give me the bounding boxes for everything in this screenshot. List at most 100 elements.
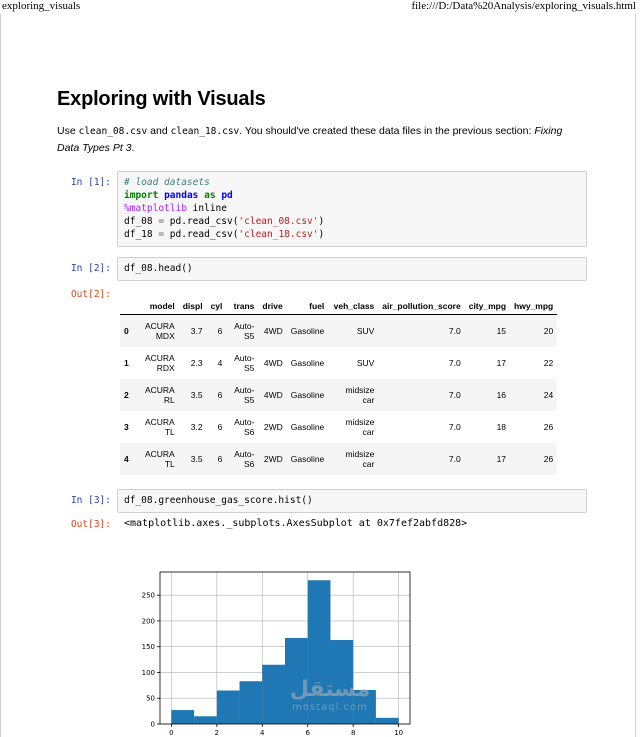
table-cell: Auto-S5 bbox=[234, 321, 255, 341]
table-cell: 2WD bbox=[263, 422, 283, 432]
table-cell: 24 bbox=[543, 390, 554, 400]
table-cell: Auto-S5 bbox=[234, 385, 255, 405]
table-header-cell: drive bbox=[258, 297, 287, 315]
y-tick-label: 200 bbox=[142, 617, 155, 625]
y-tick-label: 250 bbox=[142, 592, 155, 600]
table-cell: SUV bbox=[356, 358, 375, 368]
table-cell: 17 bbox=[496, 358, 507, 368]
code-cell-2-text: df_08.head() bbox=[124, 263, 193, 274]
code-df08-str: 'clean_08.csv' bbox=[238, 216, 319, 227]
table-header-cell: veh_class bbox=[328, 297, 379, 315]
in2-prompt: In [2]: bbox=[70, 263, 111, 274]
watermark-arabic: مستقل bbox=[289, 677, 371, 702]
table-header-row: model displ cyl trans drive fuel veh_class air_… bbox=[120, 297, 558, 315]
table-header-cell bbox=[120, 297, 133, 315]
in1-prompt: In [1]: bbox=[70, 177, 111, 188]
intro-paragraph: Use clean_08.csv and clean_18.csv. You s… bbox=[57, 123, 577, 157]
code-kw-import: import bbox=[124, 190, 159, 201]
out3-prompt: Out[3]: bbox=[70, 519, 111, 530]
code-alias-pd: pd bbox=[221, 190, 233, 201]
table-header-cell: hwy_mpg bbox=[510, 297, 558, 315]
code-cell-2[interactable]: df_08.head() bbox=[117, 257, 587, 281]
code-cell-1[interactable]: # load datasets import pandas as pd %mat… bbox=[117, 171, 587, 247]
table-cell: 16 bbox=[496, 390, 507, 400]
code-df08-b: pd.read_csv( bbox=[164, 216, 239, 227]
table-row: 4 ACURA TL 3.5 6 Auto-S6 2WD Gasoline midsize c… bbox=[120, 443, 558, 475]
table-header-cell: city_mpg bbox=[464, 297, 511, 315]
table-cell: 22 bbox=[543, 358, 554, 368]
table-cell: Gasoline bbox=[290, 422, 325, 432]
table-cell: SUV bbox=[356, 326, 375, 336]
table-cell: Auto-S6 bbox=[234, 417, 255, 437]
table-cell: 6 bbox=[217, 390, 223, 400]
table-header-cell: cyl bbox=[206, 297, 227, 315]
x-tick-label: 6 bbox=[305, 729, 310, 737]
code-mod-pandas: pandas bbox=[164, 190, 199, 201]
histogram-bar bbox=[194, 716, 217, 724]
intro-use: Use bbox=[57, 125, 76, 137]
table-cell: ACURA RDX bbox=[144, 353, 175, 373]
histogram-bar bbox=[375, 717, 399, 724]
table-cell: Gasoline bbox=[290, 358, 325, 368]
table-cell: 4 bbox=[217, 358, 223, 368]
out2-prompt: Out[2]: bbox=[70, 289, 111, 300]
y-tick-label: 50 bbox=[146, 695, 155, 703]
table-cell: 7.0 bbox=[448, 422, 461, 432]
histogram-bar bbox=[239, 681, 263, 724]
code-df08-a: df_08 bbox=[124, 216, 159, 227]
table-cell: 7.0 bbox=[448, 326, 461, 336]
intro-end: . bbox=[131, 142, 135, 154]
table-cell: 15 bbox=[496, 326, 507, 336]
table-cell: ACURA TL bbox=[144, 449, 175, 469]
table-header-cell: air_pollution_score bbox=[378, 297, 465, 315]
print-header-title: exploring_visuals bbox=[2, 0, 81, 12]
intro-and: and bbox=[150, 125, 168, 137]
table-row: 3 ACURA TL 3.2 6 Auto-S6 2WD Gasoline midsize c… bbox=[120, 411, 557, 443]
table-cell: Auto-S5 bbox=[234, 353, 255, 373]
table-cell: Gasoline bbox=[290, 390, 325, 400]
code-cell-3-text: df_08.greenhouse_gas_score.hist() bbox=[124, 495, 313, 506]
histogram-bar bbox=[216, 690, 240, 724]
table-cell: 7.0 bbox=[448, 390, 461, 400]
table-cell: 2WD bbox=[263, 454, 283, 464]
table-row-index: 4 bbox=[124, 454, 129, 464]
table-cell: ACURA TL bbox=[144, 417, 175, 437]
code-df18-c: ) bbox=[318, 229, 325, 240]
intro-file2: clean_18.csv bbox=[170, 126, 240, 137]
page-border-left bbox=[0, 14, 1, 737]
code-cell-3[interactable]: df_08.greenhouse_gas_score.hist() bbox=[117, 489, 587, 513]
x-tick-label: 2 bbox=[215, 729, 219, 737]
histogram-bar bbox=[171, 710, 195, 724]
table-cell: 18 bbox=[496, 422, 507, 432]
out3-text: <matplotlib.axes._subplots.AxesSubplot a… bbox=[124, 518, 468, 529]
code-df18-b: pd.read_csv( bbox=[164, 229, 239, 240]
table-cell: ACURA MDX bbox=[144, 321, 175, 341]
code-magic-arg: inline bbox=[192, 203, 227, 214]
table-cell: 6 bbox=[217, 422, 223, 432]
table-cell: Gasoline bbox=[290, 326, 325, 336]
in3-prompt: In [3]: bbox=[70, 495, 111, 506]
table-cell: 7.0 bbox=[448, 454, 461, 464]
table-cell: 26 bbox=[543, 422, 554, 432]
x-tick-label: 0 bbox=[169, 729, 173, 737]
table-row-index: 0 bbox=[124, 326, 129, 336]
page-title: Exploring with Visuals bbox=[57, 88, 266, 110]
print-header: exploring_visuals file:///D:/Data%20Anal… bbox=[0, 0, 640, 14]
intro-after: . You should've created these data files… bbox=[239, 125, 532, 137]
x-tick-label: 10 bbox=[394, 729, 403, 737]
table-row: 2 ACURA RL 3.5 6 Auto-S5 4WD Gasoline midsize c… bbox=[120, 379, 558, 411]
y-tick-label: 100 bbox=[142, 669, 155, 677]
table-cell: 3.5 bbox=[190, 390, 203, 400]
table-cell: 20 bbox=[543, 326, 554, 336]
table-cell: 6 bbox=[217, 454, 223, 464]
code-kw-as: as bbox=[204, 190, 216, 201]
table-cell: Auto-S6 bbox=[234, 449, 255, 469]
table-row-index: 2 bbox=[124, 390, 129, 400]
table-cell: 4WD bbox=[263, 326, 283, 336]
table-cell: midsize car bbox=[345, 417, 375, 437]
intro-file1: clean_08.csv bbox=[78, 126, 148, 137]
watermark-latin: mostaql.com bbox=[292, 702, 368, 713]
table-row-index: 1 bbox=[124, 358, 129, 368]
table-cell: 4WD bbox=[263, 390, 283, 400]
table-cell: 3.7 bbox=[190, 326, 203, 336]
